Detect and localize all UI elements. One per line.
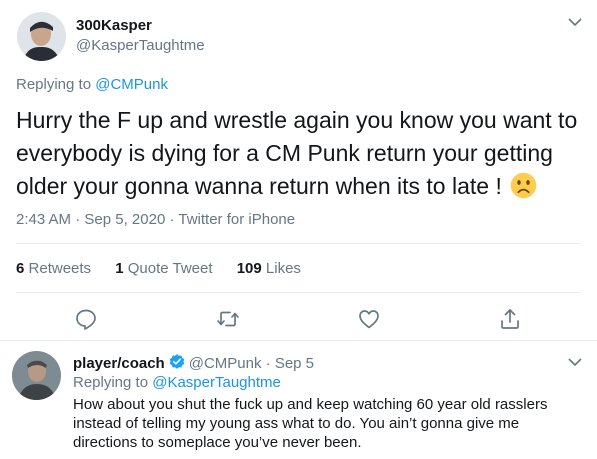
like-icon[interactable] xyxy=(357,307,381,331)
tweet-source[interactable]: Twitter for iPhone xyxy=(178,211,295,228)
quotes-label: Quote Tweet xyxy=(127,260,213,277)
avatar[interactable] xyxy=(12,351,61,400)
replying-to-link[interactable]: @CMPunk xyxy=(95,76,168,93)
likes-label: Likes xyxy=(265,260,301,277)
reply-tweet[interactable]: player/coach @CMPunk · Sep 5 Replying to… xyxy=(0,341,597,459)
tweet-text: How about you shut the fuck up and keep … xyxy=(73,396,548,451)
divider xyxy=(16,243,581,244)
author-name[interactable]: 300Kasper xyxy=(76,17,152,34)
replying-prefix: Replying to xyxy=(16,76,92,93)
retweets-count: 6 xyxy=(16,260,25,277)
avatar-image xyxy=(12,351,61,400)
tweet-body: Hurry the F up and wrestle again you kno… xyxy=(16,107,578,199)
retweet-icon[interactable] xyxy=(216,307,240,331)
retweets-label: Retweets xyxy=(28,260,92,277)
verified-badge-icon xyxy=(169,354,184,369)
quotes-stat[interactable]: 1 Quote Tweet xyxy=(115,260,212,277)
likes-stat[interactable]: 109 Likes xyxy=(237,260,301,277)
likes-count: 109 xyxy=(236,260,262,277)
avatar-image xyxy=(17,12,66,61)
slightly-frowning-face-emoji xyxy=(511,172,537,199)
share-icon[interactable] xyxy=(498,307,522,331)
quotes-count: 1 xyxy=(115,260,124,277)
avatar[interactable] xyxy=(17,12,66,61)
meta-separator: · xyxy=(265,355,271,372)
chevron-down-icon[interactable] xyxy=(567,357,583,367)
tweet-date[interactable]: Sep 5 xyxy=(275,355,314,372)
divider xyxy=(16,292,581,293)
meta-separator: · xyxy=(169,211,175,228)
tweet-time[interactable]: 2:43 AM xyxy=(16,211,71,228)
author-handle[interactable]: @KasperTaughtme xyxy=(76,37,205,54)
retweets-stat[interactable]: 6 Retweets xyxy=(16,260,91,277)
replying-to-link[interactable]: @KasperTaughtme xyxy=(152,374,281,391)
reply-icon[interactable] xyxy=(74,307,98,331)
replying-to: Replying to @KasperTaughtme xyxy=(73,374,281,391)
main-tweet: 300Kasper @KasperTaughtme Replying to @C… xyxy=(0,0,597,340)
tweet-meta: 2:43 AM · Sep 5, 2020 · Twitter for iPho… xyxy=(16,211,295,228)
replying-to: Replying to @CMPunk xyxy=(16,76,168,93)
reply-header: player/coach @CMPunk · Sep 5 xyxy=(73,353,314,372)
tweet-text: Hurry the F up and wrestle again you kno… xyxy=(16,104,586,203)
author-handle[interactable]: @CMPunk xyxy=(189,355,262,372)
tweet-stats: 6 Retweets 1 Quote Tweet 109 Likes xyxy=(16,260,321,277)
chevron-down-icon[interactable] xyxy=(567,17,583,27)
author-name[interactable]: player/coach xyxy=(73,355,165,372)
meta-separator: · xyxy=(75,211,81,228)
tweet-actions xyxy=(0,307,597,331)
replying-prefix: Replying to xyxy=(73,374,149,391)
tweet-date[interactable]: Sep 5, 2020 xyxy=(84,211,165,228)
